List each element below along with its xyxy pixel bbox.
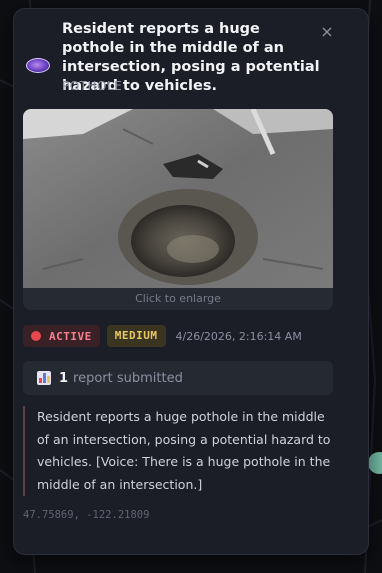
report-count-label: report submitted xyxy=(73,370,183,386)
report-timestamp: 4/26/2026, 2:16:14 AM xyxy=(175,329,302,343)
report-photo[interactable]: Click to enlarge xyxy=(23,109,333,310)
status-row: ACTIVE MEDIUM 4/26/2026, 2:16:14 AM xyxy=(23,325,302,347)
report-coordinates: 47.75869, -122.21809 xyxy=(23,509,150,521)
severity-badge: MEDIUM xyxy=(106,325,166,347)
bar-chart-icon xyxy=(37,371,51,385)
report-description: Resident reports a huge pothole in the m… xyxy=(23,406,335,496)
report-subtype: POTHOLE xyxy=(62,79,123,93)
enlarge-caption[interactable]: Click to enlarge xyxy=(23,288,333,310)
close-icon[interactable]: × xyxy=(319,24,335,40)
pothole-type-icon xyxy=(26,58,50,73)
report-count-bar: 1 report submitted xyxy=(23,361,333,395)
status-label: ACTIVE xyxy=(49,329,92,343)
pothole-photo-image[interactable] xyxy=(23,109,333,288)
status-badge: ACTIVE xyxy=(23,325,100,347)
status-dot-icon xyxy=(31,331,41,341)
report-count: 1 xyxy=(59,370,69,386)
